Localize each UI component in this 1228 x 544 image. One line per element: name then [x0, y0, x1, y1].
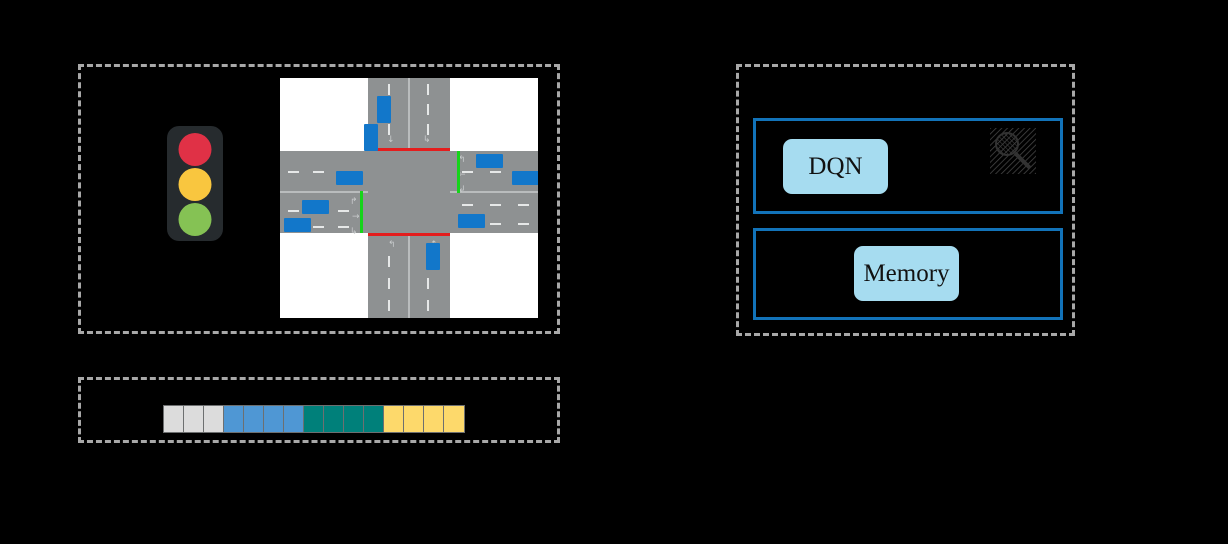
- lane-dash: [388, 300, 390, 311]
- turn-arrow-icon: ↰: [388, 240, 396, 250]
- memory-label: Memory: [863, 259, 950, 287]
- lane-dash: [427, 300, 429, 311]
- lane-dash: [388, 256, 390, 267]
- lane-dash: [427, 278, 429, 289]
- lane-dash: [313, 226, 324, 228]
- turn-arrow-icon: ↱: [350, 197, 358, 207]
- state-cell: [204, 406, 224, 432]
- lane-dash: [490, 223, 501, 225]
- vehicle: [512, 171, 538, 185]
- state-cell: [384, 406, 404, 432]
- traffic-light-widget: [167, 126, 223, 241]
- lane-dash: [490, 204, 501, 206]
- vehicle: [476, 154, 503, 168]
- state-cell: [224, 406, 244, 432]
- junction-area: [368, 151, 450, 233]
- vehicle: [377, 96, 391, 123]
- lane-dash: [518, 204, 529, 206]
- lane-dash: [490, 171, 501, 173]
- lane-dash: [388, 124, 390, 135]
- neural-network-hatched-icon: [990, 128, 1036, 174]
- lane-dash: [427, 104, 429, 115]
- median-west: [280, 191, 368, 193]
- dqn-label: DQN: [808, 152, 863, 180]
- lane-dash: [338, 210, 349, 212]
- state-cell: [424, 406, 444, 432]
- state-vector-bar: [163, 405, 465, 433]
- vehicle: [284, 218, 311, 232]
- median-north: [408, 78, 410, 151]
- vehicle: [336, 171, 363, 185]
- lane-dash: [288, 210, 299, 212]
- lane-dash: [388, 278, 390, 289]
- lane-dash: [462, 204, 473, 206]
- median-south: [408, 233, 410, 318]
- state-cell: [364, 406, 384, 432]
- memory-label-box[interactable]: Memory: [854, 246, 959, 301]
- turn-arrow-icon: ↓: [387, 135, 395, 145]
- lane-dash: [338, 226, 349, 228]
- dqn-label-box[interactable]: DQN: [783, 139, 888, 194]
- turn-arrow-icon: ↳: [423, 135, 431, 145]
- state-cell: [324, 406, 344, 432]
- lane-dash: [427, 84, 429, 95]
- state-cell: [284, 406, 304, 432]
- vehicle: [302, 200, 329, 214]
- vehicle: [458, 214, 485, 228]
- vehicle: [364, 124, 378, 151]
- lane-dash: [388, 84, 390, 95]
- state-cell: [344, 406, 364, 432]
- red-lamp-icon: [178, 133, 212, 166]
- state-cell: [404, 406, 424, 432]
- state-cell: [264, 406, 284, 432]
- lane-dash: [427, 124, 429, 135]
- state-cell: [444, 406, 464, 432]
- green-lamp-icon: [178, 203, 212, 236]
- intersection-map: ↓ ↳ ↰ ↑ ↱ → ↳ ↰ ← ↲: [280, 78, 538, 318]
- stopbar-east: [457, 151, 460, 193]
- state-cell: [304, 406, 324, 432]
- lane-dash: [313, 171, 324, 173]
- lane-dash: [518, 223, 529, 225]
- turn-arrow-icon: →: [352, 212, 360, 222]
- state-cell: [164, 406, 184, 432]
- stopbar-south: [368, 233, 450, 236]
- state-cell: [244, 406, 264, 432]
- vehicle: [426, 243, 440, 270]
- state-cell: [184, 406, 204, 432]
- turn-arrow-icon: ↳: [350, 227, 358, 237]
- stopbar-west: [360, 191, 363, 233]
- lane-dash: [288, 171, 299, 173]
- stopbar-north: [368, 148, 450, 151]
- yellow-lamp-icon: [178, 168, 212, 201]
